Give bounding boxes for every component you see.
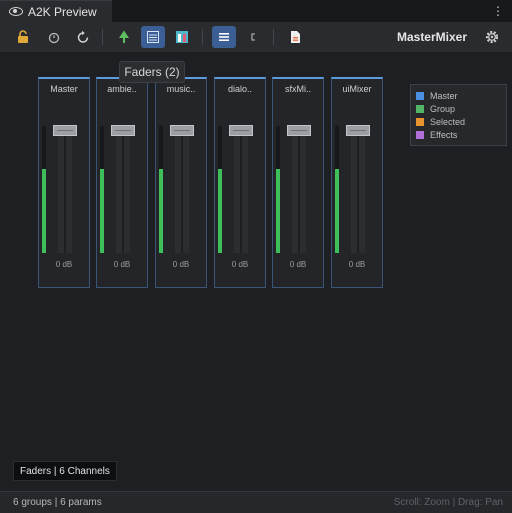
channel-name: music.. [166, 84, 196, 94]
legend-swatch [416, 117, 424, 126]
toolbar: MasterMixer [0, 22, 512, 53]
legend-item: Effects [416, 128, 506, 141]
tooltip: Faders (2) [119, 61, 185, 83]
bracket-button[interactable] [241, 26, 265, 48]
channel-name: sfxMi.. [285, 84, 311, 94]
meter-fill [100, 169, 104, 253]
meter-fill [335, 169, 339, 253]
grid-view-icon [176, 31, 188, 43]
gear-icon [485, 30, 499, 44]
timer-button[interactable] [42, 26, 66, 48]
list-view-button[interactable] [212, 26, 236, 48]
volume-readout: 0 dB [289, 260, 307, 269]
legend-label: Selected [430, 116, 466, 127]
faders-view-button[interactable] [141, 26, 165, 48]
channel-name: Master [50, 84, 78, 94]
fader-handle[interactable] [287, 125, 311, 136]
channel-name: uiMixer [342, 84, 372, 94]
legend-label: Effects [430, 129, 458, 140]
level-meter [276, 126, 280, 253]
level-meter [159, 126, 163, 253]
meter-fill [42, 169, 46, 253]
fader-handle[interactable] [170, 125, 194, 136]
list-icon [219, 33, 229, 41]
channel-name: dialo.. [227, 84, 253, 94]
toolbar-separator [273, 29, 274, 45]
faders-view-icon [147, 31, 159, 43]
status-hint: Scroll: Zoom | Drag: Pan [393, 497, 503, 508]
volume-readout: 0 dB [113, 260, 131, 269]
settings-button[interactable] [484, 29, 500, 50]
status-summary: 6 groups | 6 params [13, 497, 102, 508]
toolbar-separator [102, 29, 103, 45]
meter-fill [276, 169, 280, 253]
meter-fill [159, 169, 163, 253]
legend-item: Master [416, 89, 506, 102]
grid-view-button[interactable] [170, 26, 194, 48]
volume-readout: 0 dB [231, 260, 249, 269]
level-meter [100, 126, 104, 253]
legend-swatch [416, 104, 424, 113]
fader-track-line [240, 126, 242, 253]
status-bar: 6 groups | 6 params Scroll: Zoom | Drag:… [0, 491, 512, 513]
legend-item: Group [416, 102, 506, 115]
volume-readout: 0 dB [55, 260, 73, 269]
level-meter [218, 126, 222, 253]
refresh-icon [77, 30, 89, 43]
legend-label: Master [430, 90, 458, 101]
channel-strip[interactable]: ambie.. 0 dB [96, 77, 148, 288]
tree-button[interactable] [112, 26, 136, 48]
tree-icon [119, 30, 129, 43]
level-meter [42, 126, 46, 253]
fader-handle[interactable] [53, 125, 77, 136]
channel-strip[interactable]: dialo.. 0 dB [214, 77, 266, 288]
legend-swatch [416, 91, 424, 100]
channel-strip[interactable]: Master 0 dB [38, 77, 90, 288]
volume-readout: 0 dB [172, 260, 190, 269]
channel-strip[interactable]: music.. 0 dB [155, 77, 207, 288]
preview-tab[interactable]: A2K Preview [0, 0, 112, 22]
fader-track-line [181, 126, 183, 253]
kebab-menu-icon[interactable]: ⋮ [492, 3, 504, 19]
title-bar: A2K Preview ⋮ [0, 0, 512, 22]
fader-track-line [357, 126, 359, 253]
lock-button[interactable] [11, 26, 35, 48]
eye-icon [9, 7, 23, 16]
channel-name: ambie.. [107, 84, 137, 94]
fader-track-line [122, 126, 124, 253]
refresh-button[interactable] [71, 26, 95, 48]
legend-item: Selected [416, 115, 506, 128]
level-meter [335, 126, 339, 253]
lock-icon [18, 30, 28, 43]
legend: Master Group Selected Effects [410, 84, 507, 146]
toolbar-separator [202, 29, 203, 45]
bracket-icon [251, 33, 255, 41]
fader-track-line [298, 126, 300, 253]
document-icon [291, 31, 300, 43]
fader-handle[interactable] [229, 125, 253, 136]
volume-readout: 0 dB [348, 260, 366, 269]
channel-strip[interactable]: sfxMi.. 0 dB [272, 77, 324, 288]
fader-handle[interactable] [111, 125, 135, 136]
meter-fill [218, 169, 222, 253]
document-button[interactable] [283, 26, 307, 48]
legend-label: Group [430, 103, 456, 114]
view-mode-label: Faders | 6 Channels [13, 461, 117, 481]
fader-handle[interactable] [346, 125, 370, 136]
channel-strip[interactable]: uiMixer 0 dB [331, 77, 383, 288]
mixer-name: MasterMixer [396, 30, 467, 44]
fader-track-line [64, 126, 66, 253]
timer-icon [48, 32, 60, 44]
legend-swatch [416, 130, 424, 139]
tab-title: A2K Preview [28, 4, 97, 19]
